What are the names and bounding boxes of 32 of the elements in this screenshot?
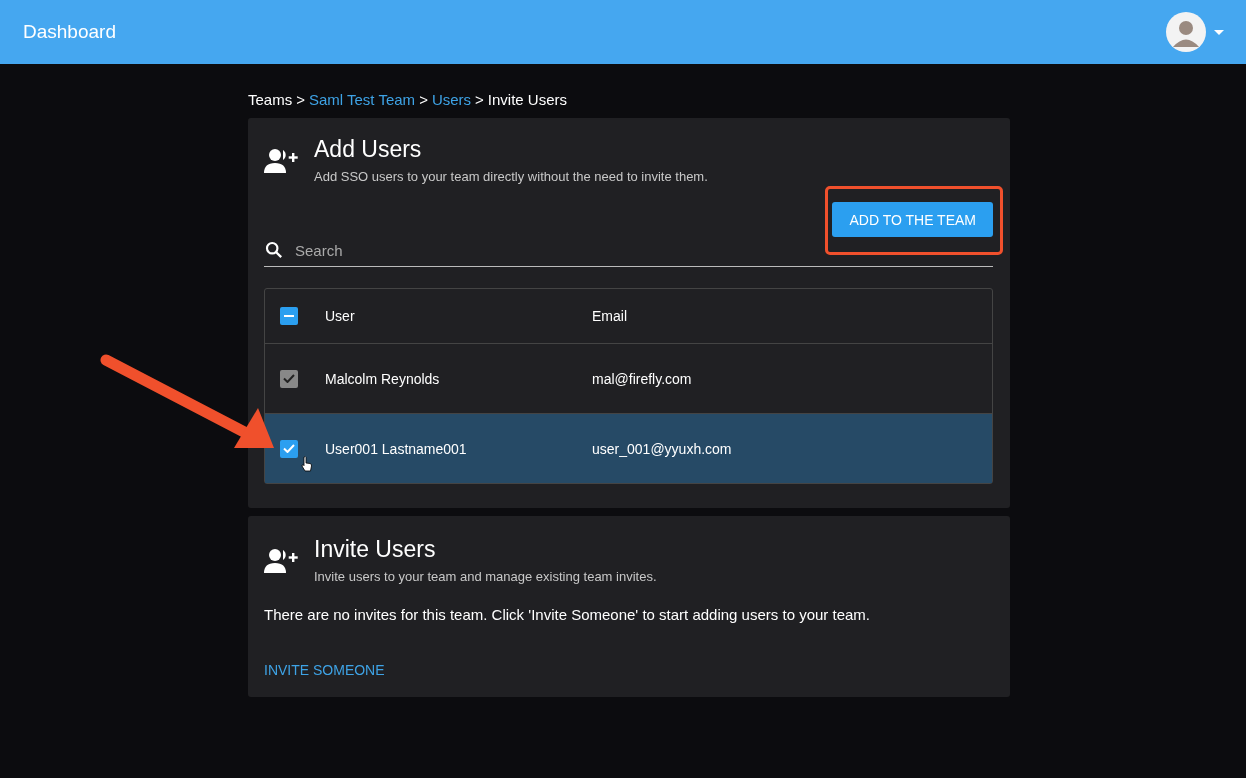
empty-message: There are no invites for this team. Click 'Invite Someone' to start adding users to your team.	[264, 606, 871, 623]
column-header: Email	[592, 308, 628, 324]
caret-icon[interactable]	[1214, 29, 1224, 35]
user-name: User001 Lastname001	[325, 440, 468, 457]
card-subtitle: Invite users to your team and manage existing team invites.	[314, 569, 657, 584]
user-email: user_001@yyuxh.com	[592, 440, 733, 457]
card-subtitle: Add SSO users to your team directly without the need to invite them.	[314, 169, 708, 184]
breadcrumb-link[interactable]: Saml Test Team	[308, 91, 416, 108]
card-title: Add Users	[314, 136, 423, 163]
row-checkbox[interactable]	[280, 439, 298, 458]
breadcrumb-text: Invite Users	[487, 91, 568, 108]
user-name: Malcolm Reynolds	[325, 370, 441, 387]
card-title: Invite Users	[314, 536, 437, 563]
app-title: Dashboard	[23, 21, 116, 43]
breadcrumb-link[interactable]: Users	[431, 91, 472, 108]
select-all-checkbox[interactable]	[280, 307, 298, 325]
breadcrumb-separator: >	[419, 91, 428, 108]
user-email: mal@firefly.com	[592, 370, 693, 387]
search-icon	[265, 241, 283, 259]
column-header: User	[325, 308, 356, 324]
search-field[interactable]: Search	[264, 234, 993, 267]
table-row[interactable]: User001 Lastname001 user_001@yyuxh.com	[265, 413, 992, 483]
add-user-icon	[264, 548, 300, 574]
breadcrumb-separator: >	[475, 91, 484, 108]
add-user-icon	[264, 148, 300, 174]
minus-icon	[284, 315, 294, 317]
breadcrumb-text: Teams	[248, 91, 293, 108]
invite-someone-link[interactable]: INVITE SOMEONE	[264, 662, 385, 678]
breadcrumb-separator: >	[296, 91, 305, 108]
avatar-icon[interactable]	[1166, 12, 1206, 52]
check-icon	[283, 444, 295, 453]
check-icon	[283, 374, 295, 383]
